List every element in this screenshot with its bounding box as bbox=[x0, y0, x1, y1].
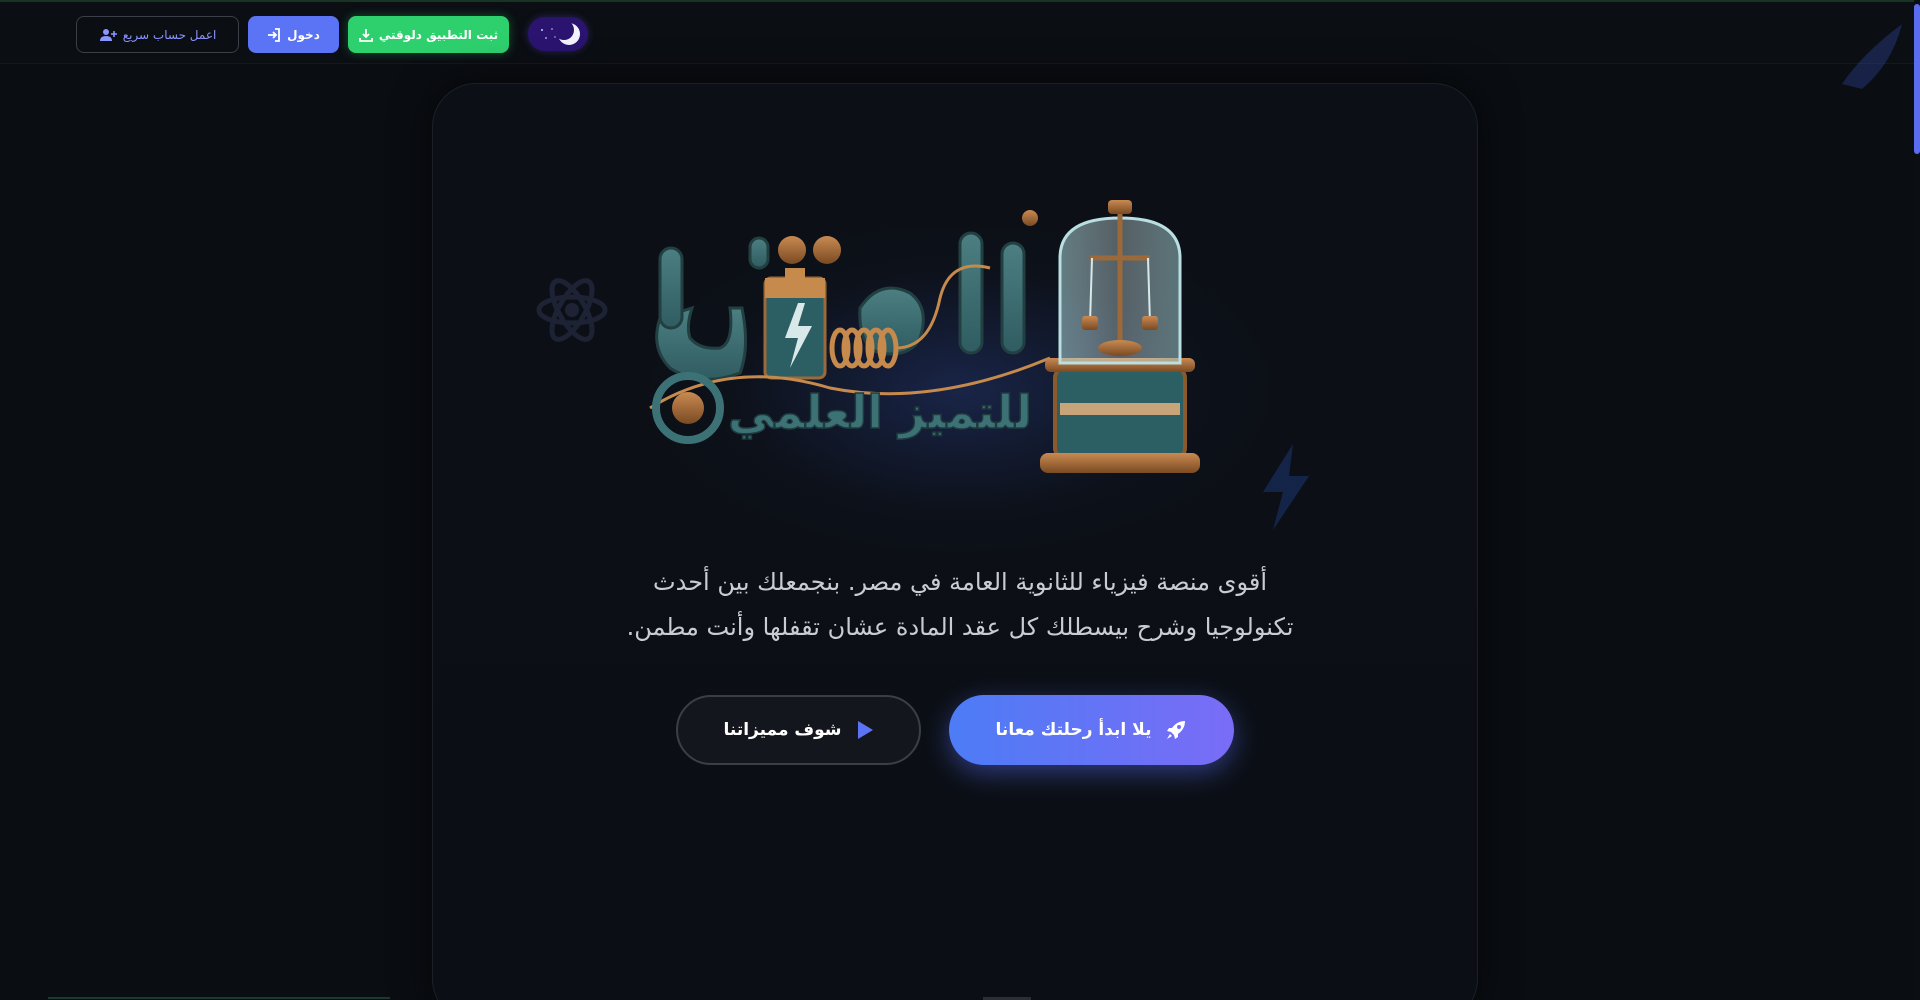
brand-logo: للتميز العلمي bbox=[649, 200, 1200, 473]
atom-icon bbox=[536, 278, 608, 342]
install-label: ثبت التطبيق دلوقتي bbox=[378, 27, 499, 42]
hero-description-line-1: أقوى منصة فيزياء للثانوية العامة في مصر.… bbox=[653, 568, 1267, 596]
theme-toggle[interactable] bbox=[528, 17, 588, 51]
see-features-button[interactable]: شوف مميزاتنا bbox=[676, 695, 921, 765]
play-icon bbox=[857, 721, 873, 739]
hero-description-line-2: تكنولوجيا وشرح بيسطلك كل عقد المادة عشان… bbox=[626, 613, 1294, 641]
hero-description: أقوى منصة فيزياء للثانوية العامة في مصر.… bbox=[560, 560, 1360, 650]
rocket-decoration-icon bbox=[1842, 24, 1902, 89]
stars-icon bbox=[541, 28, 556, 39]
scrollbar[interactable] bbox=[1914, 0, 1920, 1000]
see-features-label: شوف مميزاتنا bbox=[723, 720, 842, 740]
moon-icon bbox=[556, 21, 580, 45]
start-journey-button[interactable]: يلا ابدأ رحلتك معانا bbox=[949, 695, 1234, 765]
top-navbar: اعمل حساب سريع دخول ثبت التطبيق دلوقتي bbox=[0, 0, 1920, 64]
rocket-icon bbox=[1167, 721, 1186, 739]
logo-subtitle: للتميز العلمي bbox=[728, 385, 1032, 439]
sign-in-icon bbox=[268, 27, 281, 42]
signup-button[interactable]: اعمل حساب سريع bbox=[76, 16, 239, 53]
scrollbar-thumb[interactable] bbox=[1914, 4, 1920, 154]
start-journey-label: يلا ابدأ رحلتك معانا bbox=[995, 720, 1152, 740]
signup-label: اعمل حساب سريع bbox=[122, 27, 217, 42]
login-label: دخول bbox=[287, 27, 320, 42]
bottom-divider bbox=[48, 997, 390, 999]
install-app-button[interactable]: ثبت التطبيق دلوقتي bbox=[348, 16, 509, 53]
user-plus-icon bbox=[99, 28, 117, 41]
login-button[interactable]: دخول bbox=[248, 16, 339, 53]
download-icon bbox=[358, 28, 373, 42]
